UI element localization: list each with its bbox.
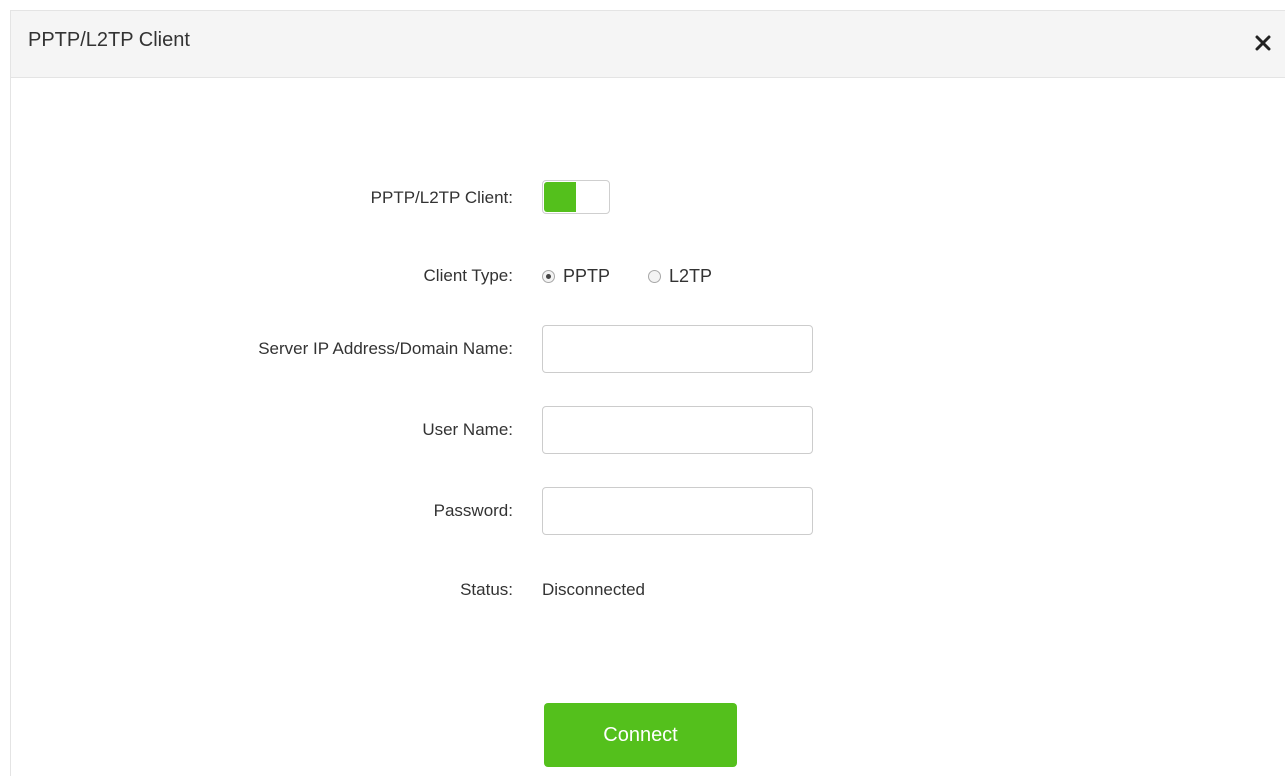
status-field: Disconnected [542, 580, 645, 600]
client-toggle-label: PPTP/L2TP Client: [370, 188, 513, 207]
username-input[interactable] [542, 406, 813, 454]
username-label: User Name: [422, 420, 513, 439]
password-label: Password: [433, 501, 513, 520]
radio-pptp-icon[interactable] [542, 270, 555, 283]
client-toggle-field [542, 180, 610, 214]
close-button[interactable] [1249, 29, 1277, 57]
radio-pptp-label: PPTP [563, 266, 611, 286]
client-type-radio-group: PPTP L2TP [542, 266, 712, 287]
close-icon [1255, 35, 1271, 51]
server-input[interactable] [542, 325, 813, 373]
server-field [542, 325, 813, 373]
pptp-l2tp-dialog: PPTP/L2TP Client PPTP/L2TP Client: Clien… [10, 10, 1285, 776]
status-value: Disconnected [542, 580, 646, 599]
dialog-header: PPTP/L2TP Client [11, 11, 1285, 78]
username-field [542, 406, 813, 454]
connect-button[interactable]: Connect [544, 703, 737, 767]
radio-l2tp-icon[interactable] [648, 270, 662, 283]
password-field [542, 487, 813, 535]
radio-option-pptp[interactable]: PPTP [542, 266, 610, 287]
client-type-field: PPTP L2TP [542, 266, 712, 287]
toggle-on-indicator [544, 182, 576, 212]
server-label: Server IP Address/Domain Name: [258, 339, 513, 358]
client-toggle-switch[interactable] [542, 180, 610, 214]
password-input[interactable] [542, 487, 813, 535]
dialog-title: PPTP/L2TP Client [28, 29, 190, 51]
client-type-label: Client Type: [423, 266, 513, 285]
radio-l2tp-label: L2TP [669, 266, 713, 286]
radio-option-l2tp[interactable]: L2TP [648, 266, 712, 287]
status-label: Status: [460, 580, 513, 599]
